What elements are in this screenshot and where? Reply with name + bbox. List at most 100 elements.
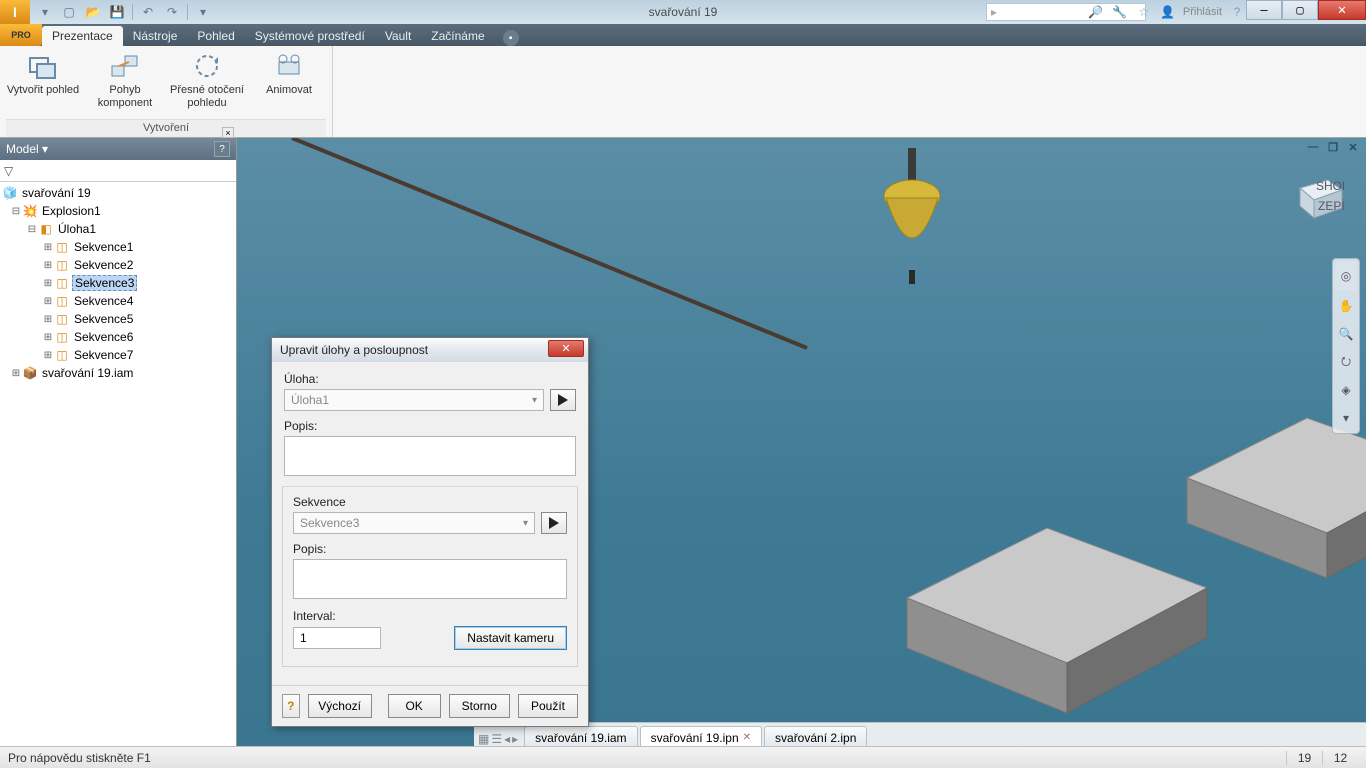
- interval-label: Interval:: [293, 609, 567, 623]
- window-controls: — ▢ ✕: [1246, 0, 1366, 20]
- sequence-combobox[interactable]: Sekvence3: [293, 512, 535, 534]
- tree-assembly[interactable]: ⊞ 📦 svařování 19.iam: [0, 364, 236, 382]
- status-bar: Pro nápovědu stiskněte F1 19 12: [0, 746, 1366, 768]
- panel-close-icon[interactable]: ×: [222, 127, 234, 138]
- navigation-bar: ◎ ✋ 🔍 ⭮ ◈ ▾: [1332, 258, 1360, 434]
- tree-sequence[interactable]: ⊞◫Sekvence5: [0, 310, 236, 328]
- expand-icon[interactable]: ⊞: [42, 296, 54, 307]
- lookat-icon[interactable]: ◈: [1335, 377, 1357, 403]
- tab-nav-left-icon[interactable]: ◂: [504, 732, 510, 746]
- tree-root[interactable]: 🧊 svařování 19: [0, 184, 236, 202]
- tree-label: Sekvence5: [72, 312, 135, 326]
- save-icon[interactable]: 💾: [108, 3, 126, 21]
- model-panel-header[interactable]: Model ▾ ?: [0, 138, 236, 160]
- expand-icon[interactable]: ⊞: [42, 260, 54, 271]
- star-icon[interactable]: ☆: [1135, 3, 1153, 21]
- dialog-help-button[interactable]: ?: [282, 694, 300, 718]
- tree-sequence[interactable]: ⊞◫Sekvence7: [0, 346, 236, 364]
- precise-rotate-button[interactable]: Přesné otočení pohledu: [170, 50, 244, 110]
- filter-bar: ▽: [0, 160, 236, 182]
- cancel-button[interactable]: Storno: [449, 694, 510, 718]
- explosion-icon: 💥: [22, 204, 38, 218]
- tree-sequence[interactable]: ⊞◫Sekvence1: [0, 238, 236, 256]
- tab-list-icon[interactable]: ☰: [491, 732, 502, 746]
- tree-task[interactable]: ⊟ ◧ Úloha1: [0, 220, 236, 238]
- redo-icon[interactable]: ↷: [163, 3, 181, 21]
- expand-icon[interactable]: ⊞: [10, 368, 22, 379]
- zoom-icon[interactable]: 🔍: [1335, 321, 1357, 347]
- ok-button[interactable]: OK: [388, 694, 441, 718]
- edit-tasks-dialog: Upravit úlohy a posloupnost ✕ Úloha: Úlo…: [271, 337, 589, 727]
- expand-icon[interactable]: ⊞: [42, 314, 54, 325]
- collapse-icon[interactable]: ⊟: [10, 206, 22, 217]
- sequence-play-button[interactable]: [541, 512, 567, 534]
- expand-icon[interactable]: ⊞: [42, 278, 54, 289]
- viewcube[interactable]: SHORA ZEPŘEDU: [1290, 174, 1344, 222]
- new-icon[interactable]: ▢: [60, 3, 78, 21]
- create-view-button[interactable]: Vytvořit pohled: [6, 50, 80, 110]
- doc-tab-1[interactable]: svařování 19.ipn✕: [640, 726, 762, 746]
- doc-tab-0[interactable]: svařování 19.iam: [524, 726, 637, 746]
- open-icon[interactable]: 📂: [84, 3, 102, 21]
- set-camera-button[interactable]: Nastavit kameru: [454, 626, 567, 650]
- apply-button[interactable]: Použít: [518, 694, 578, 718]
- default-button[interactable]: Výchozí: [308, 694, 372, 718]
- expand-icon[interactable]: ⊞: [42, 350, 54, 361]
- dialog-close-button[interactable]: ✕: [548, 340, 584, 357]
- status-cell-1: 12: [1322, 751, 1358, 765]
- orbit-icon[interactable]: ⭮: [1335, 349, 1357, 375]
- status-cell-0: 19: [1286, 751, 1322, 765]
- task-combobox[interactable]: Úloha1: [284, 389, 544, 411]
- ribbon-group-vytvoreni: Vytvořit pohled Pohyb komponent Přesné o…: [0, 46, 333, 137]
- sequence-description-input[interactable]: [293, 559, 567, 599]
- task-play-button[interactable]: [550, 389, 576, 411]
- nav-more-icon[interactable]: ▾: [1335, 405, 1357, 431]
- ribbon-help-icon[interactable]: ▪: [503, 30, 519, 46]
- expand-icon[interactable]: ⊞: [42, 332, 54, 343]
- collapse-icon[interactable]: ⊟: [26, 224, 38, 235]
- tab-nav-right-icon[interactable]: ▸: [512, 732, 518, 746]
- tab-close-icon[interactable]: ✕: [743, 732, 751, 743]
- tab-vault[interactable]: Vault: [375, 26, 421, 46]
- signin-link[interactable]: Přihlásit: [1183, 6, 1222, 18]
- tab-systemove[interactable]: Systémové prostředí: [245, 26, 375, 46]
- qat-chevron-icon[interactable]: ▾: [36, 3, 54, 21]
- tree-sequence[interactable]: ⊞◫Sekvence6: [0, 328, 236, 346]
- undo-icon[interactable]: ↶: [139, 3, 157, 21]
- tree-explosion[interactable]: ⊟ 💥 Explosion1: [0, 202, 236, 220]
- main-area: × Model ▾ ? ▽ 🧊 svařování 19 ⊟ 💥 Explosi…: [0, 138, 1366, 746]
- task-description-input[interactable]: [284, 436, 576, 476]
- tree-sequence[interactable]: ⊞◫Sekvence3: [0, 274, 236, 292]
- tab-pohled[interactable]: Pohled: [187, 26, 244, 46]
- panel-help-icon[interactable]: ?: [214, 141, 230, 157]
- task-label: Úloha:: [284, 372, 576, 386]
- document-tabs: ▦ ☰ ◂ ▸ svařování 19.iam svařování 19.ip…: [474, 722, 1366, 746]
- dialog-titlebar[interactable]: Upravit úlohy a posloupnost ✕: [272, 338, 588, 362]
- sequence-icon: ◫: [54, 276, 70, 290]
- steering-wheel-icon[interactable]: ◎: [1335, 261, 1357, 291]
- tab-prezentace[interactable]: Prezentace: [42, 26, 123, 46]
- binoculars-icon[interactable]: 🔎: [1087, 3, 1105, 21]
- pan-icon[interactable]: ✋: [1335, 293, 1357, 319]
- tab-layout-icon[interactable]: ▦: [478, 732, 489, 746]
- filter-icon[interactable]: ▽: [4, 164, 13, 178]
- tree-sequence[interactable]: ⊞◫Sekvence4: [0, 292, 236, 310]
- tab-nastroje[interactable]: Nástroje: [123, 26, 188, 46]
- key-icon[interactable]: 🔧: [1111, 3, 1129, 21]
- move-component-button[interactable]: Pohyb komponent: [88, 50, 162, 110]
- doc-tab-2[interactable]: svařování 2.ipn: [764, 726, 867, 746]
- close-button[interactable]: ✕: [1318, 0, 1366, 20]
- interval-input[interactable]: [293, 627, 381, 649]
- tree-sequence[interactable]: ⊞◫Sekvence2: [0, 256, 236, 274]
- tab-zaciname[interactable]: Začínáme: [421, 26, 494, 46]
- user-icon[interactable]: 👤: [1159, 3, 1177, 21]
- qat-more-icon[interactable]: ▾: [194, 3, 212, 21]
- help-icon[interactable]: ?: [1228, 3, 1246, 21]
- expand-icon[interactable]: ⊞: [42, 242, 54, 253]
- minimize-button[interactable]: —: [1246, 0, 1282, 20]
- app-logo[interactable]: I: [0, 0, 30, 24]
- sequence-icon: ◫: [54, 240, 70, 254]
- model-tree[interactable]: 🧊 svařování 19 ⊟ 💥 Explosion1 ⊟ ◧ Úloha1…: [0, 182, 236, 746]
- maximize-button[interactable]: ▢: [1282, 0, 1318, 20]
- animate-button[interactable]: Animovat: [252, 50, 326, 110]
